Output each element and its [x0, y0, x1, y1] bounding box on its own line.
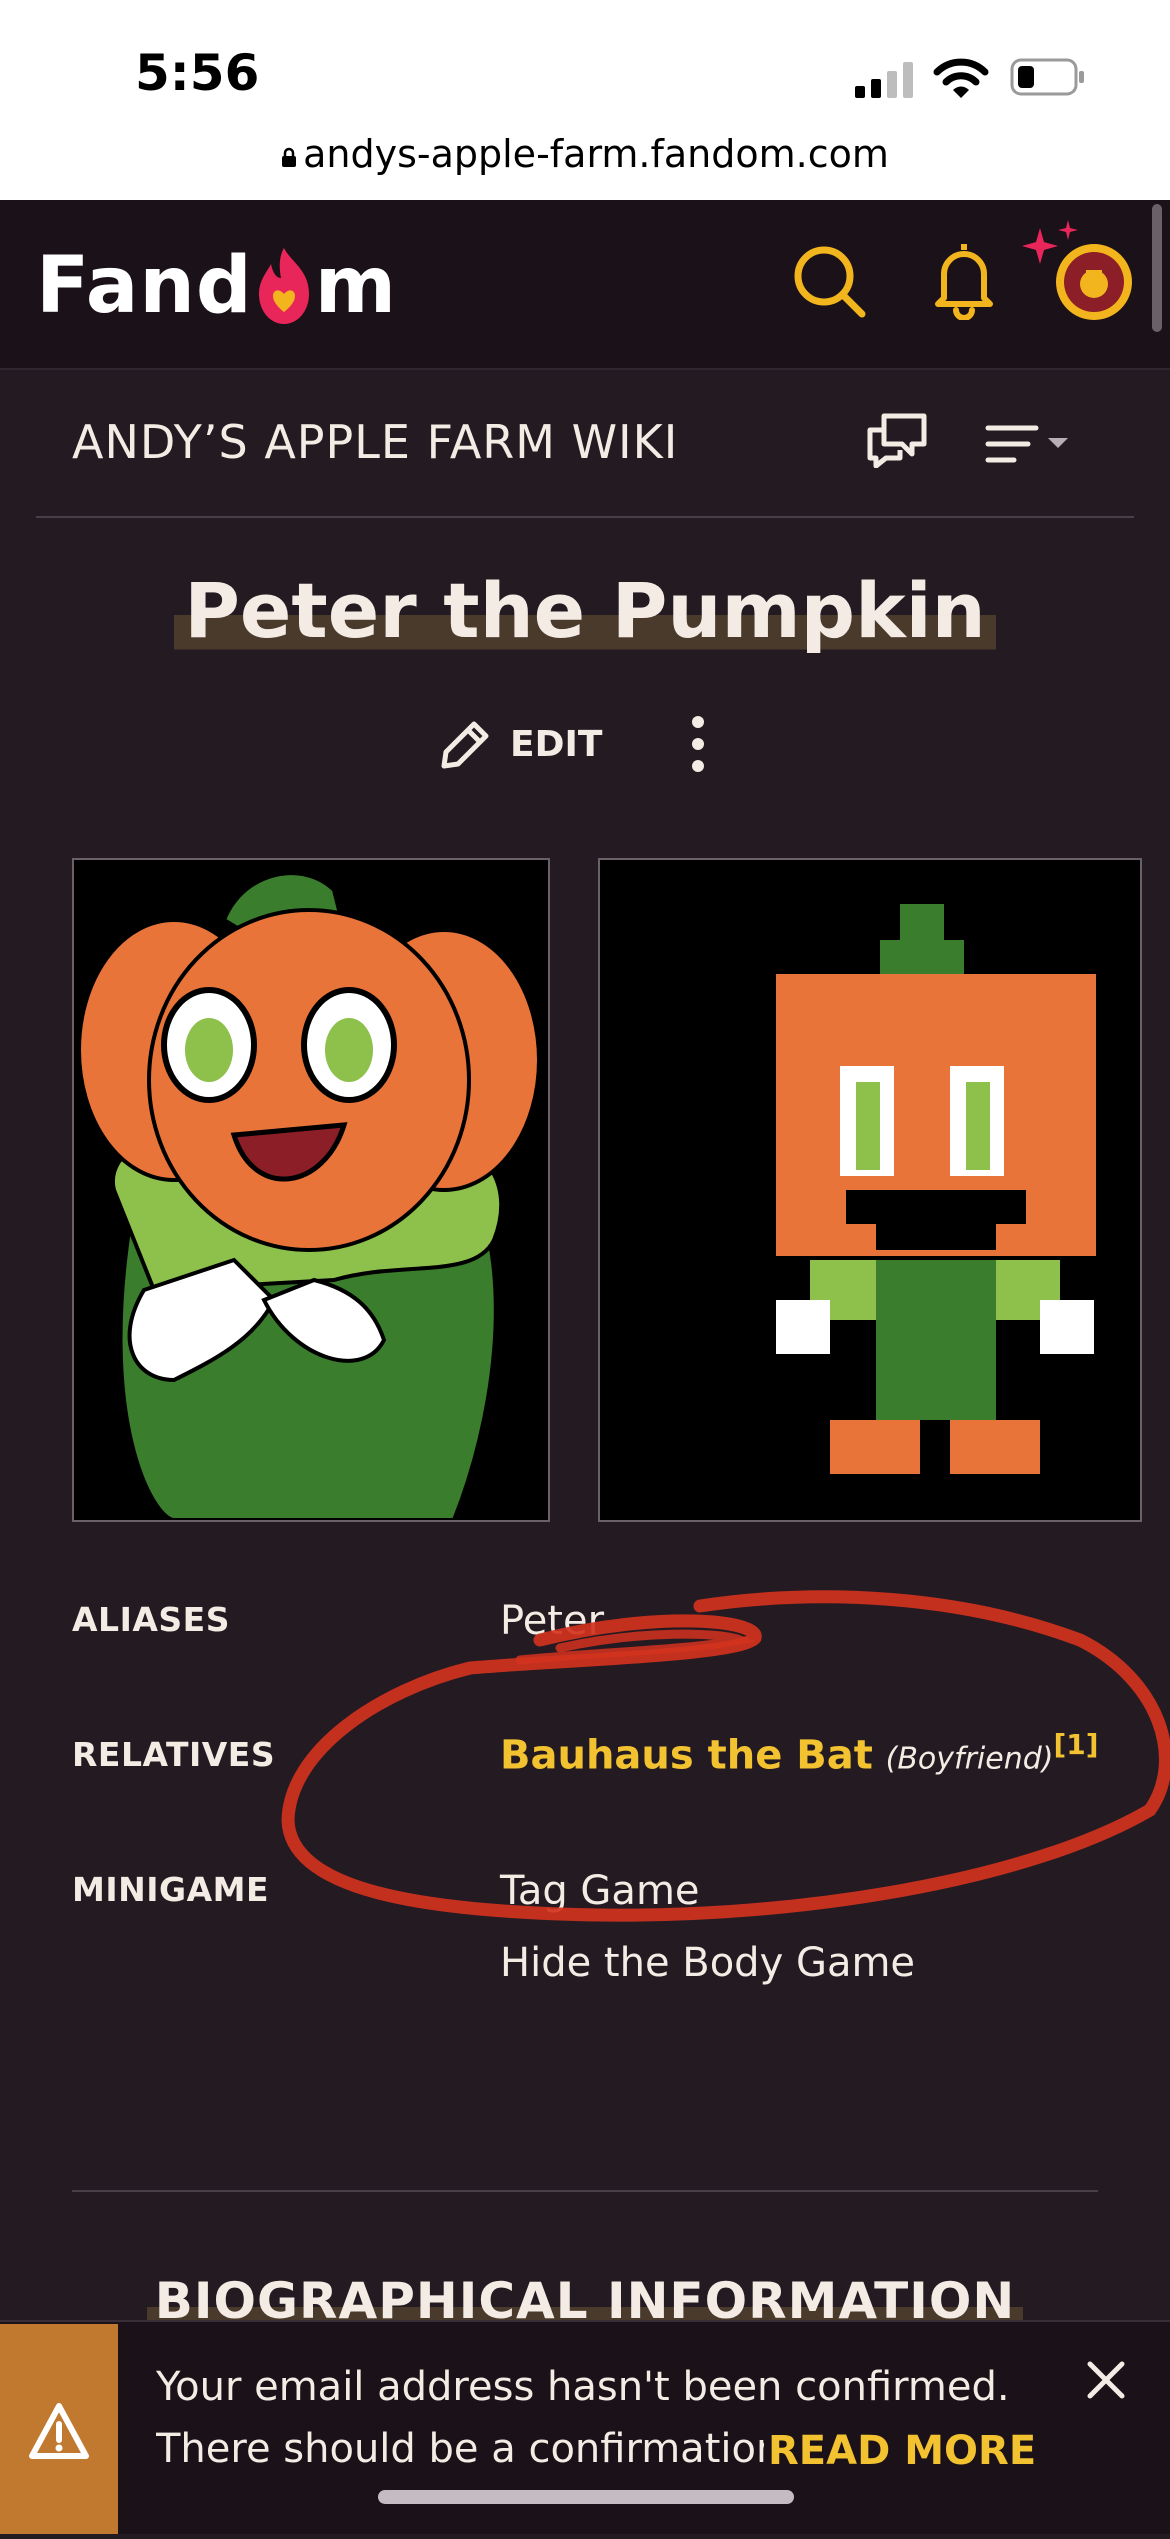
edit-label: EDIT	[510, 723, 603, 765]
section-divider	[72, 2190, 1098, 2192]
edit-button[interactable]: EDIT	[440, 712, 602, 776]
page-title-text: Peter the Pumpkin	[174, 566, 996, 655]
discussion-icon[interactable]	[866, 412, 928, 468]
wiki-title[interactable]: ANDY’S APPLE FARM WIKI	[72, 415, 678, 469]
minigame-value-2[interactable]: Hide the Body Game	[500, 1940, 915, 1986]
logo-text-end: m	[314, 241, 397, 331]
close-icon[interactable]	[1084, 2358, 1128, 2402]
aliases-value: Peter	[500, 1598, 605, 1644]
minigame-value-1[interactable]: Tag Game	[500, 1868, 700, 1914]
fandom-logo[interactable]: Fand m	[36, 241, 397, 331]
reference-link[interactable]: [1]	[1053, 1728, 1098, 1761]
bell-icon[interactable]	[932, 240, 996, 320]
pencil-icon	[441, 721, 489, 769]
banner-line-1: Your email address hasn't been confirmed…	[156, 2364, 1010, 2410]
relatives-label: RELATIVES	[72, 1735, 276, 1774]
scrollbar[interactable]	[1152, 204, 1162, 332]
wifi-icon	[933, 58, 989, 98]
avatar[interactable]	[1056, 244, 1132, 320]
battery-icon	[1010, 58, 1084, 96]
banner-warning	[0, 2324, 118, 2534]
minigame-label: MINIGAME	[72, 1870, 270, 1909]
home-indicator[interactable]	[378, 2490, 794, 2504]
aliases-label: ALIASES	[72, 1600, 230, 1639]
url-text: andys-apple-farm.fandom.com	[303, 132, 889, 176]
status-time: 5:56	[135, 44, 260, 102]
banner-line-2: There should be a confirmation	[156, 2426, 764, 2472]
more-icon[interactable]	[686, 714, 710, 774]
logo-text-start: Fand	[36, 241, 253, 331]
peter-drawing	[74, 860, 548, 1520]
status-bar: 5:56 andys-apple-farm.fandom.com	[0, 0, 1170, 200]
avatar-image	[1064, 252, 1124, 312]
lock-icon	[282, 147, 297, 167]
page-title: Peter the Pumpkin	[0, 566, 1170, 655]
warning-icon	[29, 2403, 89, 2459]
relatives-value: Bauhaus the Bat (Boyfriend)[1]	[500, 1728, 1099, 1778]
character-artwork[interactable]	[72, 858, 550, 1522]
relative-link[interactable]: Bauhaus the Bat	[500, 1732, 873, 1778]
url-bar[interactable]: andys-apple-farm.fandom.com	[0, 132, 1170, 176]
character-pixel-sprite[interactable]	[598, 858, 1142, 1522]
menu-icon[interactable]	[984, 422, 1074, 466]
signal-icon	[855, 62, 913, 98]
flame-icon	[258, 248, 309, 324]
search-icon[interactable]	[792, 244, 866, 318]
read-more-link[interactable]: READ MORE	[764, 2428, 1037, 2474]
wiki-header: ANDY’S APPLE FARM WIKI	[36, 370, 1134, 518]
peter-sprite	[600, 860, 1140, 1520]
relative-note: (Boyfriend)	[885, 1741, 1054, 1777]
